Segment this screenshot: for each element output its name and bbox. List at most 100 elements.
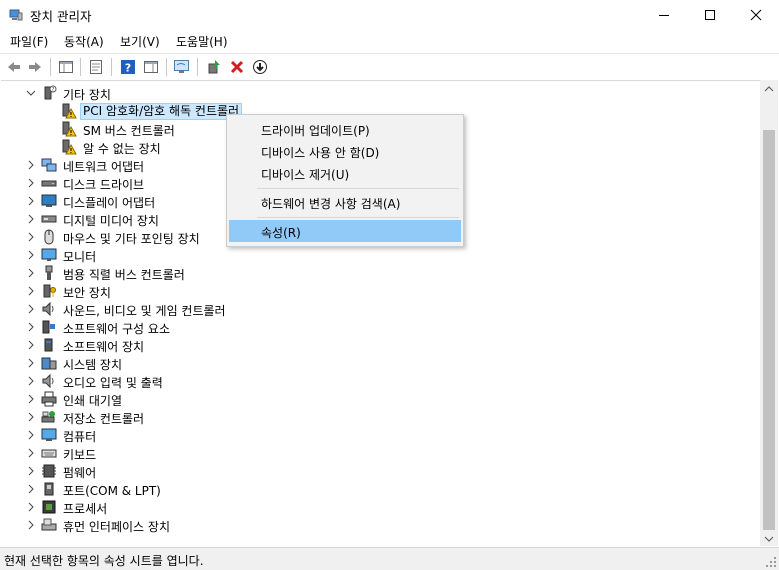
enable-device-button[interactable] — [250, 57, 270, 77]
chevron-down-icon[interactable] — [25, 87, 37, 99]
menu-action[interactable]: 동작(A) — [64, 33, 104, 50]
back-button[interactable] — [4, 57, 24, 77]
chevron-right-icon[interactable] — [25, 177, 37, 189]
chevron-right-icon[interactable] — [25, 321, 37, 333]
tree-label: 오디오 입력 및 출력 — [63, 376, 163, 390]
chevron-right-icon[interactable] — [25, 483, 37, 495]
tree-category-security[interactable]: 보안 장치 — [1, 282, 741, 300]
vertical-scrollbar[interactable] — [760, 80, 778, 546]
console-tree-icon — [59, 61, 73, 73]
tree-category-hid[interactable]: 휴먼 인터페이스 장치 — [1, 516, 741, 534]
chevron-right-icon[interactable] — [25, 519, 37, 531]
resize-grip-icon[interactable] — [765, 556, 777, 568]
chevron-right-icon[interactable] — [25, 267, 37, 279]
ctx-disable-device[interactable]: 디바이스 사용 안 함(D) — [229, 140, 461, 162]
scroll-down-icon[interactable] — [764, 534, 774, 544]
chevron-right-icon[interactable] — [25, 447, 37, 459]
software-device-icon — [44, 338, 53, 352]
tree-category-software-devices[interactable]: 소프트웨어 장치 — [1, 336, 741, 354]
chevron-right-icon[interactable] — [25, 501, 37, 513]
tree-category-monitor[interactable]: 모니터 — [1, 246, 741, 264]
svg-text:?: ? — [52, 87, 55, 93]
chevron-right-icon[interactable] — [25, 231, 37, 243]
tree-label: SM 버스 컨트롤러 — [83, 124, 175, 138]
display-icon — [41, 194, 57, 207]
ctx-uninstall-device[interactable]: 디바이스 제거(U) — [229, 162, 461, 184]
tree-category-audio-io[interactable]: 오디오 입력 및 출력 — [1, 372, 741, 390]
chevron-right-icon[interactable] — [25, 411, 37, 423]
menu-file[interactable]: 파일(F) — [10, 33, 48, 50]
scan-hardware-button[interactable] — [172, 57, 192, 77]
scan-monitor-icon — [174, 60, 189, 73]
chevron-right-icon[interactable] — [25, 339, 37, 351]
title-bar: 장치 관리자 — [0, 0, 779, 30]
device-manager-window: 장치 관리자 파일(F) 동작(A) 보기(V) 도움말(H) ? ? 기타 장… — [0, 0, 779, 570]
x-icon — [230, 60, 244, 74]
toolbar-separator — [50, 58, 51, 76]
show-hide-tree-button[interactable] — [56, 57, 76, 77]
toolbar: ? — [0, 53, 779, 79]
chevron-right-icon[interactable] — [25, 285, 37, 297]
minimize-button[interactable] — [641, 0, 687, 30]
ctx-scan-hardware[interactable]: 하드웨어 변경 사항 검색(A) — [229, 191, 461, 213]
menu-separator — [257, 188, 459, 189]
tree-label: 컴퓨터 — [63, 430, 97, 444]
tree-category-processor[interactable]: 프로세서 — [1, 498, 741, 516]
chevron-right-icon[interactable] — [25, 375, 37, 387]
tree-category-computer[interactable]: 컴퓨터 — [1, 426, 741, 444]
chevron-right-icon[interactable] — [25, 429, 37, 441]
status-bar: 현재 선택한 항목의 속성 시트를 엽니다. — [0, 547, 779, 570]
update-driver-button[interactable] — [204, 57, 224, 77]
maximize-button[interactable] — [687, 0, 733, 30]
tree-label: 디스플레이 어댑터 — [63, 196, 156, 210]
tree-category-other-devices[interactable]: ? 기타 장치 — [1, 84, 741, 102]
tree-category-ports[interactable]: 포트(COM & LPT) — [1, 480, 741, 498]
audio-icon — [42, 373, 54, 389]
properties-sheet-button[interactable] — [86, 57, 106, 77]
firmware-icon — [42, 464, 56, 478]
tree-category-keyboard[interactable]: 키보드 — [1, 444, 741, 462]
chevron-right-icon[interactable] — [25, 393, 37, 405]
toolbar-separator — [80, 58, 81, 76]
chevron-right-icon[interactable] — [25, 357, 37, 369]
chevron-right-icon[interactable] — [25, 303, 37, 315]
menu-label: 속성(R) — [261, 226, 301, 240]
tree-category-system[interactable]: 시스템 장치 — [1, 354, 741, 372]
arrow-left-icon — [8, 62, 20, 72]
chevron-right-icon[interactable] — [25, 213, 37, 225]
close-button[interactable] — [733, 0, 779, 30]
chevron-right-icon[interactable] — [25, 465, 37, 477]
update-driver-icon — [208, 60, 220, 74]
tree-category-software-components[interactable]: 소프트웨어 구성 요소 — [1, 318, 741, 336]
port-icon — [44, 482, 54, 496]
other-device-icon: ? — [44, 85, 57, 100]
minimize-icon — [659, 15, 669, 16]
chevron-right-icon[interactable] — [25, 249, 37, 261]
scroll-up-icon[interactable] — [764, 84, 774, 94]
tree-category-print-queue[interactable]: 인쇄 대기열 — [1, 390, 741, 408]
scrollbar-thumb[interactable] — [763, 130, 775, 530]
tree-category-firmware[interactable]: 펌웨어 — [1, 462, 741, 480]
action-pane-button[interactable] — [141, 57, 161, 77]
help-icon: ? — [121, 60, 135, 75]
chevron-right-icon[interactable] — [25, 195, 37, 207]
tree-category-usb[interactable]: 범용 직렬 버스 컨트롤러 — [1, 264, 741, 282]
network-icon — [41, 158, 57, 172]
computer-icon — [41, 428, 57, 441]
tree-category-sound[interactable]: 사운드, 비디오 및 게임 컨트롤러 — [1, 300, 741, 318]
tree-label: 디지털 미디어 장치 — [63, 214, 159, 228]
ctx-update-driver[interactable]: 드라이버 업데이트(P) — [229, 118, 461, 140]
menu-help[interactable]: 도움말(H) — [176, 33, 228, 50]
help-button[interactable]: ? — [118, 57, 138, 77]
chevron-right-icon[interactable] — [25, 159, 37, 171]
tree-label: 휴먼 인터페이스 장치 — [63, 520, 170, 534]
forward-button[interactable] — [25, 57, 45, 77]
warning-device-icon — [62, 121, 77, 137]
uninstall-device-button[interactable] — [227, 57, 247, 77]
tree-label: 소프트웨어 장치 — [63, 340, 145, 354]
ctx-properties[interactable]: 속성(R) — [229, 220, 461, 242]
tree-label: 보안 장치 — [63, 286, 111, 300]
tree-category-storage[interactable]: 저장소 컨트롤러 — [1, 408, 741, 426]
menu-view[interactable]: 보기(V) — [120, 33, 160, 50]
close-icon — [750, 9, 762, 21]
